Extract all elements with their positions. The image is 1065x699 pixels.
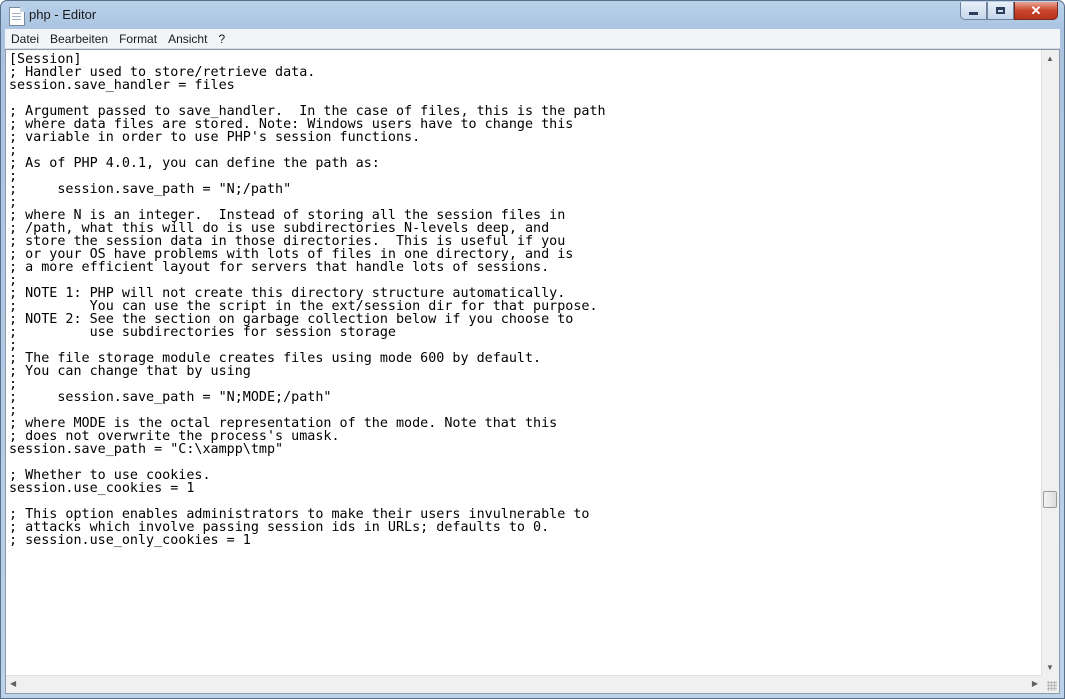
vertical-scroll-thumb[interactable] bbox=[1043, 491, 1057, 508]
editor-content[interactable]: [Session] ; Handler used to store/retrie… bbox=[6, 50, 1042, 547]
editor-window: php - Editor ✕ Datei Bearbeiten Format A… bbox=[0, 0, 1065, 699]
menu-format[interactable]: Format bbox=[114, 32, 162, 46]
notepad-icon bbox=[9, 7, 25, 26]
close-button[interactable]: ✕ bbox=[1014, 2, 1058, 20]
scroll-right-icon[interactable]: ▶ bbox=[1032, 679, 1038, 688]
title-bar[interactable]: php - Editor ✕ bbox=[1, 1, 1064, 29]
resize-corner[interactable] bbox=[1042, 676, 1059, 693]
menu-bearbeiten[interactable]: Bearbeiten bbox=[45, 32, 113, 46]
scroll-left-icon[interactable]: ◀ bbox=[10, 679, 16, 688]
vertical-scrollbar[interactable]: ▲ ▼ bbox=[1041, 50, 1059, 676]
scroll-down-icon[interactable]: ▼ bbox=[1046, 663, 1054, 672]
window-title: php - Editor bbox=[29, 7, 97, 22]
maximize-button[interactable] bbox=[987, 2, 1014, 20]
menu-datei[interactable]: Datei bbox=[6, 32, 44, 46]
menu-help[interactable]: ? bbox=[213, 32, 230, 46]
minimize-button[interactable] bbox=[960, 2, 987, 20]
minimize-icon bbox=[969, 12, 978, 15]
horizontal-scrollbar[interactable]: ◀ ▶ bbox=[6, 675, 1042, 693]
menu-ansicht[interactable]: Ansicht bbox=[163, 32, 212, 46]
text-area[interactable]: [Session] ; Handler used to store/retrie… bbox=[6, 50, 1042, 676]
caption-buttons: ✕ bbox=[960, 2, 1058, 20]
resize-grip-icon[interactable] bbox=[1047, 681, 1057, 691]
editor-frame: [Session] ; Handler used to store/retrie… bbox=[5, 49, 1060, 694]
maximize-icon bbox=[996, 7, 1005, 14]
scroll-up-icon[interactable]: ▲ bbox=[1046, 54, 1054, 63]
menu-bar: Datei Bearbeiten Format Ansicht ? bbox=[5, 29, 1060, 49]
close-icon: ✕ bbox=[1030, 3, 1042, 18]
